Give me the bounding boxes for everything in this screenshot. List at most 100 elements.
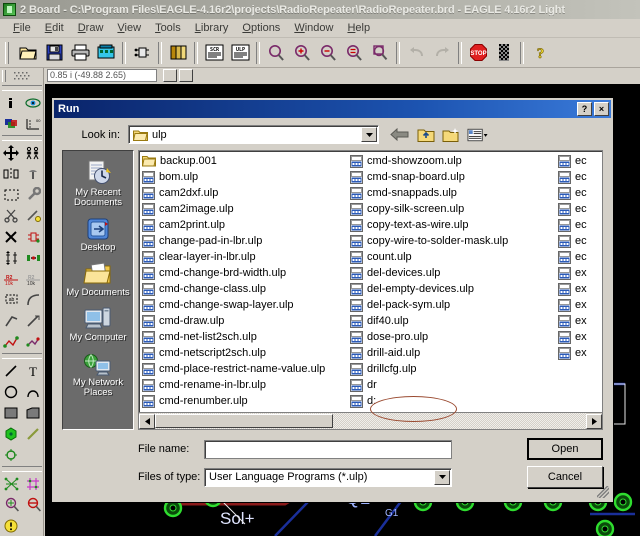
help-button[interactable]: ? — [577, 102, 592, 116]
save-icon[interactable] — [42, 41, 66, 65]
file-list-item[interactable]: ec — [558, 249, 602, 265]
file-list-item[interactable]: dose-pro.ulp — [350, 329, 558, 345]
file-list-item[interactable]: ec — [558, 169, 602, 185]
file-list-item[interactable]: cam2image.ulp — [142, 201, 350, 217]
menu-options[interactable]: Options — [235, 20, 287, 36]
delete-icon[interactable] — [0, 226, 22, 247]
board-window-btn-2[interactable] — [179, 69, 193, 82]
file-list-item[interactable]: copy-silk-screen.ulp — [350, 201, 558, 217]
scroll-left-button[interactable] — [139, 413, 155, 429]
file-list[interactable]: backup.001 bom.ulp cam2dxf.ulp cam2image.ul… — [138, 150, 603, 430]
text-icon[interactable]: T — [22, 360, 44, 381]
scroll-track[interactable] — [155, 412, 586, 429]
file-list-item[interactable]: del-devices.ulp — [350, 265, 558, 281]
redo-icon[interactable] — [430, 41, 454, 65]
print-icon[interactable] — [68, 41, 92, 65]
name-icon[interactable]: R2 10k — [0, 268, 22, 289]
open-icon[interactable] — [16, 41, 40, 65]
chevron-down-icon[interactable] — [361, 127, 377, 142]
display-icon[interactable] — [0, 113, 22, 134]
menu-view[interactable]: View — [110, 20, 148, 36]
board-window-btn-1[interactable] — [163, 69, 177, 82]
file-list-item[interactable]: cmd-change-class.ulp — [142, 281, 350, 297]
file-list-item[interactable]: dr — [350, 377, 558, 393]
menu-file[interactable]: File — [6, 20, 38, 36]
close-button[interactable]: × — [594, 102, 609, 116]
zoom-select-icon[interactable] — [368, 41, 392, 65]
file-list-item[interactable]: ec — [558, 153, 602, 169]
arc-icon[interactable] — [22, 381, 44, 402]
rect-icon[interactable] — [0, 402, 22, 423]
zoom-redraw-icon[interactable] — [342, 41, 366, 65]
file-list-item[interactable]: cam2print.ulp — [142, 217, 350, 233]
filename-input[interactable] — [204, 439, 452, 459]
file-list-item[interactable]: d: — [350, 393, 558, 409]
miter-icon[interactable] — [22, 289, 44, 310]
file-list-item[interactable]: ex — [558, 297, 602, 313]
file-list-item[interactable]: del-pack-sym.ulp — [350, 297, 558, 313]
place-my-network-places[interactable]: My Network Places — [63, 347, 133, 398]
smash-icon[interactable]: ab — [0, 289, 22, 310]
file-list-item[interactable]: cmd-change-swap-layer.ulp — [142, 297, 350, 313]
scroll-right-button[interactable] — [586, 413, 602, 429]
file-list-item[interactable]: bom.ulp — [142, 169, 350, 185]
toolbar-grip[interactable] — [5, 41, 12, 64]
menu-window[interactable]: Window — [287, 20, 340, 36]
value-icon[interactable]: R2 10k — [22, 268, 44, 289]
pinswap-icon[interactable] — [0, 247, 22, 268]
file-list-item[interactable]: change-pad-in-lbr.ulp — [142, 233, 350, 249]
menu-help[interactable]: Help — [340, 20, 377, 36]
file-list-item[interactable]: count.ulp — [350, 249, 558, 265]
file-list-item[interactable]: cmd-draw.ulp — [142, 313, 350, 329]
errors-icon[interactable] — [0, 494, 22, 515]
place-my-documents[interactable]: My Documents — [63, 257, 133, 298]
file-list-item[interactable]: ec — [558, 233, 602, 249]
warn-icon[interactable] — [0, 515, 22, 536]
zoom-out-icon[interactable] — [316, 41, 340, 65]
file-list-item[interactable]: dif40.ulp — [350, 313, 558, 329]
scroll-thumb[interactable] — [155, 413, 333, 428]
new-folder-icon[interactable] — [441, 125, 462, 145]
info-icon[interactable] — [0, 92, 22, 113]
erc-icon[interactable] — [22, 494, 44, 515]
file-list-item[interactable]: cmd-showzoom.ulp — [350, 153, 558, 169]
show-icon[interactable] — [22, 92, 44, 113]
split-icon[interactable] — [0, 310, 22, 331]
zoom-in-icon[interactable] — [290, 41, 314, 65]
cam-processor-icon[interactable] — [94, 41, 118, 65]
file-list-item[interactable]: cmd-net-list2sch.ulp — [142, 329, 350, 345]
file-list-item[interactable]: cmd-rename-in-lbr.ulp — [142, 377, 350, 393]
zoom-fit-icon[interactable] — [264, 41, 288, 65]
help-icon[interactable]: ? — [528, 41, 552, 65]
file-list-item[interactable]: drill-aid.ulp — [350, 345, 558, 361]
circle-icon[interactable] — [0, 381, 22, 402]
back-arrow-icon[interactable] — [389, 125, 410, 145]
file-list-item[interactable]: cmd-place-restrict-name-value.ulp — [142, 361, 350, 377]
file-list-item[interactable]: cam2dxf.ulp — [142, 185, 350, 201]
file-list-item[interactable]: ex — [558, 281, 602, 297]
menu-tools[interactable]: Tools — [148, 20, 188, 36]
file-list-item[interactable]: ex — [558, 313, 602, 329]
hole-icon[interactable] — [0, 444, 22, 465]
file-list-item[interactable]: drillcfg.ulp — [350, 361, 558, 377]
file-list-item[interactable]: cmd-snap-board.ulp — [350, 169, 558, 185]
via-icon[interactable] — [0, 423, 22, 444]
menu-edit[interactable]: Edit — [38, 20, 71, 36]
optimize-icon[interactable] — [22, 310, 44, 331]
file-list-hscrollbar[interactable] — [139, 412, 602, 429]
menu-draw[interactable]: Draw — [71, 20, 111, 36]
drc-icon[interactable] — [22, 473, 44, 494]
filetype-dropdown[interactable]: User Language Programs (*.ulp) — [204, 467, 452, 487]
chevron-down-icon[interactable] — [434, 469, 450, 485]
cut-icon[interactable] — [0, 205, 22, 226]
stop-icon[interactable]: STOP — [466, 41, 490, 65]
paste-icon[interactable] — [22, 205, 44, 226]
ripup-icon[interactable] — [22, 331, 44, 352]
library-icon[interactable] — [166, 41, 190, 65]
move-icon[interactable] — [0, 142, 22, 163]
up-folder-icon[interactable] — [415, 125, 436, 145]
resize-grip[interactable] — [597, 486, 609, 498]
file-list-item[interactable]: ec — [558, 201, 602, 217]
file-list-item[interactable]: ex — [558, 345, 602, 361]
undo-icon[interactable] — [404, 41, 428, 65]
